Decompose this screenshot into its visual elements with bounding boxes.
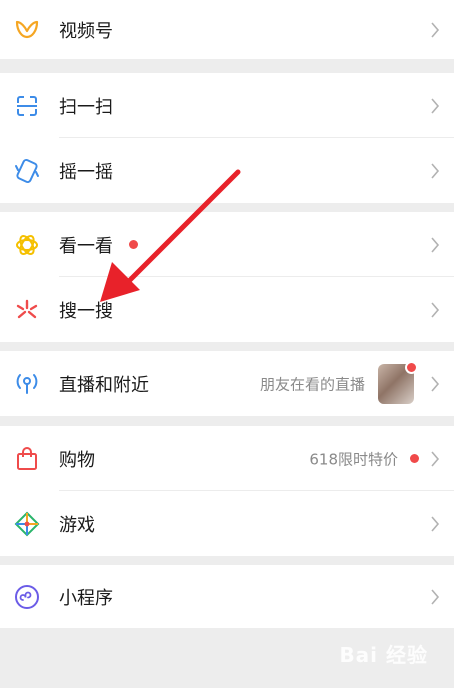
chevron-right-icon bbox=[430, 21, 440, 38]
search-row[interactable]: 搜一搜 bbox=[0, 277, 454, 342]
shake-row[interactable]: 摇一摇 bbox=[0, 138, 454, 203]
live-nearby-label: 直播和附近 bbox=[59, 374, 149, 396]
top-stories-label: 看一看 bbox=[59, 235, 113, 257]
scan-icon bbox=[14, 93, 40, 119]
chevron-right-icon bbox=[430, 515, 440, 532]
chevron-right-icon bbox=[430, 97, 440, 114]
chevron-right-icon bbox=[430, 375, 440, 392]
mini-programs-icon bbox=[14, 584, 40, 610]
shopping-row[interactable]: 购物 618限时特价 bbox=[0, 426, 454, 491]
scan-label: 扫一扫 bbox=[59, 96, 113, 118]
chevron-right-icon bbox=[430, 588, 440, 605]
live-nearby-icon bbox=[14, 371, 40, 397]
shop-game-group: 购物 618限时特价 游戏 bbox=[0, 426, 454, 556]
mini-programs-label: 小程序 bbox=[59, 587, 113, 609]
chevron-right-icon bbox=[430, 301, 440, 318]
live-nearby-subtitle: 朋友在看的直播 bbox=[259, 375, 365, 393]
channels-group: 视频号 bbox=[0, 0, 454, 59]
channels-row[interactable]: 视频号 bbox=[0, 0, 454, 59]
live-nearby-badge bbox=[405, 361, 418, 374]
games-label: 游戏 bbox=[59, 514, 95, 536]
top-stories-icon bbox=[14, 232, 40, 258]
shopping-subtitle: 618限时特价 bbox=[309, 450, 398, 468]
watermark: Bai 经验 bbox=[339, 643, 428, 667]
shopping-badge bbox=[410, 454, 419, 463]
shake-icon bbox=[14, 158, 40, 184]
shopping-label: 购物 bbox=[59, 449, 95, 471]
search-star-icon bbox=[14, 297, 40, 323]
search-label: 搜一搜 bbox=[59, 300, 113, 322]
top-stories-row[interactable]: 看一看 bbox=[0, 212, 454, 277]
mini-programs-group: 小程序 bbox=[0, 565, 454, 628]
live-group: 直播和附近 朋友在看的直播 bbox=[0, 351, 454, 416]
games-row[interactable]: 游戏 bbox=[0, 491, 454, 556]
shake-label: 摇一摇 bbox=[59, 161, 113, 183]
channels-butterfly-icon bbox=[14, 17, 40, 43]
top-stories-badge bbox=[129, 240, 138, 249]
chevron-right-icon bbox=[430, 236, 440, 253]
shopping-bag-icon bbox=[14, 446, 40, 472]
discover-group: 看一看 搜一搜 bbox=[0, 212, 454, 342]
scan-row[interactable]: 扫一扫 bbox=[0, 73, 454, 138]
games-icon bbox=[14, 511, 40, 537]
scan-shake-group: 扫一扫 摇一摇 bbox=[0, 73, 454, 203]
chevron-right-icon bbox=[430, 450, 440, 467]
mini-programs-row[interactable]: 小程序 bbox=[0, 565, 454, 628]
chevron-right-icon bbox=[430, 162, 440, 179]
channels-label: 视频号 bbox=[59, 20, 113, 42]
live-nearby-row[interactable]: 直播和附近 朋友在看的直播 bbox=[0, 351, 454, 416]
